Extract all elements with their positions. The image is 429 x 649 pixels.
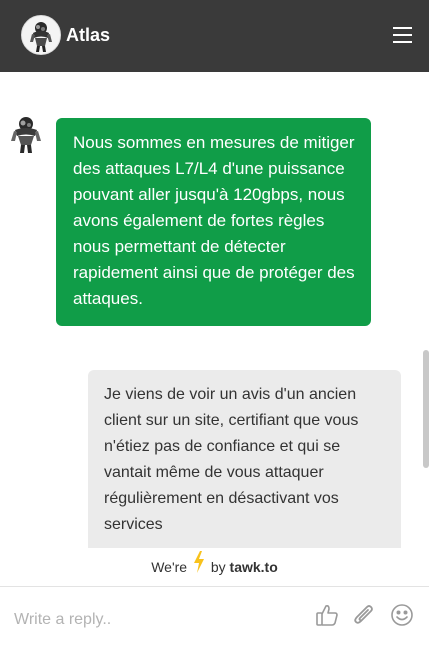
atlas-logo-icon [21, 15, 61, 55]
paperclip-icon[interactable] [351, 602, 377, 628]
tawk-brand-link[interactable]: tawk.to [230, 559, 278, 575]
visitor-message-bubble: Je viens de voir un avis d'un ancien cli… [88, 370, 401, 560]
powered-by-label: by [210, 559, 226, 575]
agent-message-bubble: Nous sommes en mesures de mitiger des at… [56, 118, 371, 326]
smiley-icon[interactable] [389, 602, 415, 628]
lightning-bolt-icon [193, 549, 205, 587]
reply-input[interactable] [12, 607, 306, 633]
agent-avatar [10, 115, 42, 153]
chat-scrollbar[interactable] [423, 350, 429, 468]
hamburger-menu-icon[interactable] [393, 27, 412, 43]
powered-by-tawk[interactable]: We're by tawk.to [0, 548, 429, 586]
thumbs-up-icon[interactable] [314, 602, 340, 628]
message-composer [0, 586, 429, 649]
powered-prefix: We're [151, 559, 188, 575]
chat-header: Atlas [0, 0, 429, 72]
chat-title: Atlas [66, 25, 111, 45]
